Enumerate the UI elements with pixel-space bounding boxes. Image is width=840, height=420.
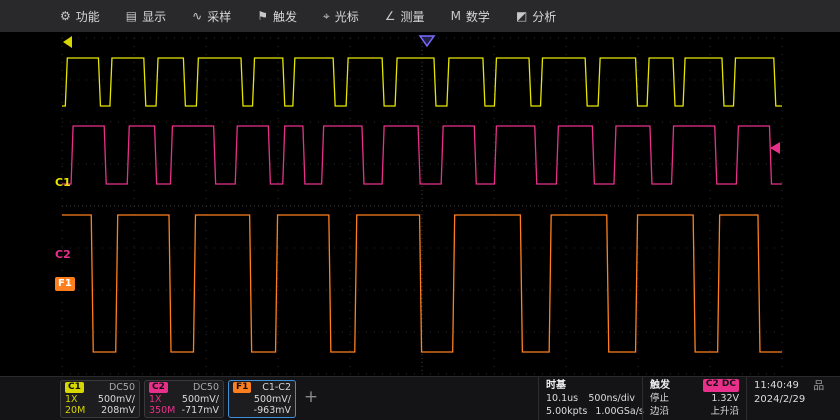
trigger-state: 停止 (650, 392, 669, 405)
trigger-level-marker-c2[interactable] (770, 142, 780, 154)
trigger-box[interactable]: 触发 C2 DC 停止 1.32V 边沿 上升沿 (642, 377, 746, 420)
menu-label: 分析 (532, 8, 556, 25)
c1-coupling: DC50 (109, 382, 135, 393)
menu-item-acquire[interactable]: ∿ 采样 (192, 8, 231, 25)
timebase-title: 时基 (546, 379, 566, 392)
waveform-icon: ∿ (192, 9, 202, 23)
menu-item-math[interactable]: M 数学 (451, 8, 490, 25)
c1-ground-indicator[interactable]: C1 (55, 176, 71, 189)
timebase-box[interactable]: 时基 10.1us 500ns/div 5.00kpts 1.00GSa/s (538, 377, 642, 420)
horizontal-reference-arrow[interactable] (63, 36, 72, 48)
sample-rate: 1.00GSa/s (595, 405, 644, 418)
c2-probe: 1X (149, 394, 162, 405)
date-display: 2024/2/29 (754, 393, 805, 407)
menu-label: 测量 (401, 8, 425, 25)
c1-offset: 208mV (101, 405, 135, 416)
waveform-trace-f1-c1-c2 (62, 215, 782, 352)
trigger-source-badge: C2 DC (703, 379, 739, 392)
menu-label: 触发 (273, 8, 297, 25)
analysis-icon: ◩ (516, 9, 527, 23)
c2-ground-indicator[interactable]: C2 (55, 248, 71, 261)
trigger-slope: 上升沿 (710, 405, 739, 418)
menu-label: 采样 (207, 8, 231, 25)
f1-scale: 500mV/ (254, 394, 291, 405)
menu-label: 功能 (76, 8, 100, 25)
channel-box-c1[interactable]: C1 DC50 1X 500mV/ 20M 208mV (60, 380, 140, 418)
menu-item-trigger[interactable]: ⚑ 触发 (257, 8, 297, 25)
math-box-f1[interactable]: F1 C1-C2 500mV/ -963mV (228, 380, 296, 418)
trigger-position-marker[interactable] (420, 36, 434, 46)
menu-item-measure[interactable]: ∠ 测量 (385, 8, 425, 25)
menu-label: 显示 (142, 8, 166, 25)
c1-probe: 1X (65, 394, 78, 405)
menu-item-analysis[interactable]: ◩ 分析 (516, 8, 556, 25)
waveform-display (0, 32, 840, 378)
c2-badge: C2 (149, 382, 168, 393)
f1-badge: F1 (233, 382, 251, 393)
trigger-level: 1.32V (711, 392, 739, 405)
crosshair-icon: ⌖ (323, 9, 330, 24)
ruler-icon: ∠ (385, 9, 396, 23)
display-icon: ▤ (126, 9, 137, 23)
f1-expression: C1-C2 (262, 382, 291, 393)
timebase-scale: 500ns/div (588, 392, 635, 405)
flag-icon: ⚑ (257, 9, 268, 23)
menu-label: 光标 (335, 8, 359, 25)
f1-offset: -963mV (254, 405, 291, 416)
oscilloscope-screen: { "colors": { "c1": "#e6e600", "c2": "#e… (0, 0, 840, 420)
menu-label: 数学 (466, 8, 490, 25)
network-status-icon[interactable]: 品 (813, 379, 824, 419)
add-trace-button[interactable]: + (300, 388, 322, 408)
math-icon: M (451, 9, 461, 23)
timebase-delay: 10.1us (546, 392, 578, 405)
top-menu-bar: ⚙ 功能 ▤ 显示 ∿ 采样 ⚑ 触发 ⌖ 光标 ∠ 测量 M 数学 ◩ 分析 (0, 0, 840, 32)
c1-bandwidth: 20M (65, 405, 85, 416)
time-display: 11:40:49 (754, 379, 805, 393)
trigger-title: 触发 (650, 379, 670, 392)
memory-depth: 5.00kpts (546, 405, 587, 418)
f1-ground-indicator[interactable]: F1 (55, 277, 75, 291)
c1-badge: C1 (65, 382, 84, 393)
bottom-status-bar: C1 DC50 1X 500mV/ 20M 208mV C2 DC50 1X 5… (0, 376, 840, 420)
menu-item-display[interactable]: ▤ 显示 (126, 8, 166, 25)
menu-item-cursor[interactable]: ⌖ 光标 (323, 8, 359, 25)
trigger-type: 边沿 (650, 405, 669, 418)
c2-bandwidth: 350M (149, 405, 175, 416)
channel-box-c2[interactable]: C2 DC50 1X 500mV/ 350M -717mV (144, 380, 224, 418)
c2-offset: -717mV (182, 405, 219, 416)
menu-item-function[interactable]: ⚙ 功能 (60, 8, 100, 25)
clock-box[interactable]: 11:40:49 2024/2/29 品 (746, 377, 840, 420)
c1-scale: 500mV/ (98, 394, 135, 405)
c2-coupling: DC50 (193, 382, 219, 393)
gear-icon: ⚙ (60, 9, 71, 23)
c2-scale: 500mV/ (182, 394, 219, 405)
